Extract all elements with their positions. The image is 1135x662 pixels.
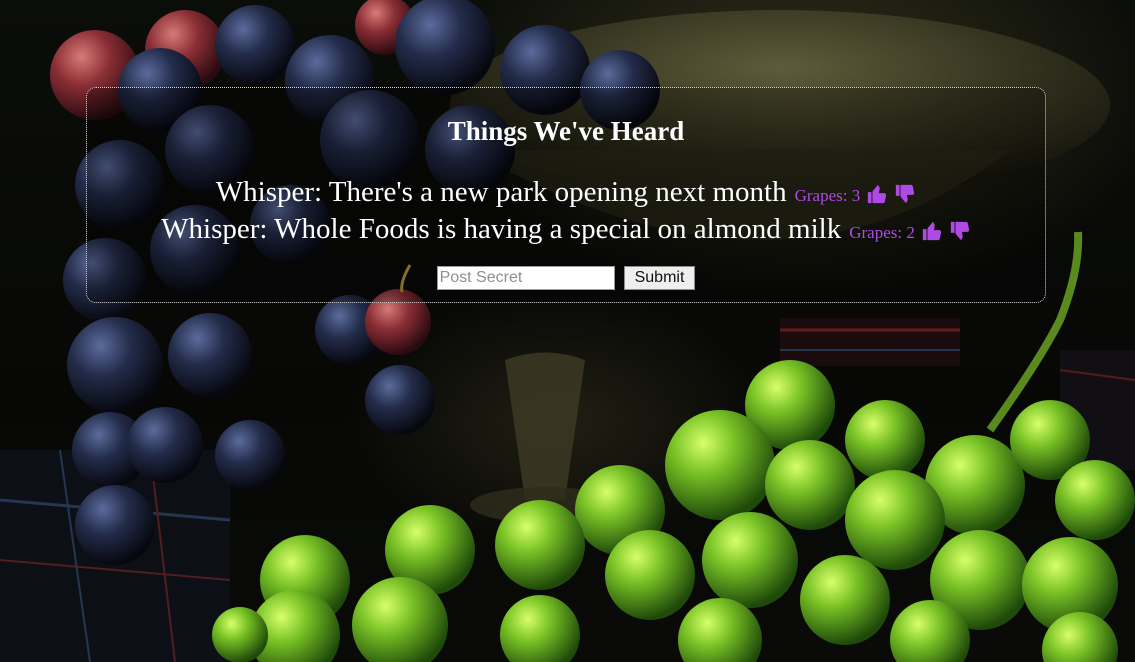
thumbs-up-icon[interactable]	[866, 183, 888, 205]
submit-button[interactable]: Submit	[623, 266, 696, 290]
whispers-panel: Things We've Heard Whisper: There's a ne…	[86, 87, 1046, 303]
post-secret-input[interactable]	[436, 266, 615, 290]
list-item: Whisper: Whole Foods is having a special…	[87, 211, 1045, 248]
post-secret-form: Submit	[87, 266, 1045, 292]
thumbs-down-icon[interactable]	[949, 220, 971, 242]
grapes-count: Grapes: 2	[849, 223, 915, 242]
thumbs-down-icon[interactable]	[894, 183, 916, 205]
panel-title: Things We've Heard	[447, 116, 685, 146]
whisper-text: Whisper: Whole Foods is having a special…	[161, 213, 842, 245]
list-item: Whisper: There's a new park opening next…	[87, 174, 1045, 211]
whisper-text: Whisper: There's a new park opening next…	[215, 176, 787, 208]
grapes-count: Grapes: 3	[794, 186, 861, 205]
thumbs-up-icon[interactable]	[921, 220, 943, 242]
whisper-list: Whisper: There's a new park opening next…	[87, 174, 1045, 248]
